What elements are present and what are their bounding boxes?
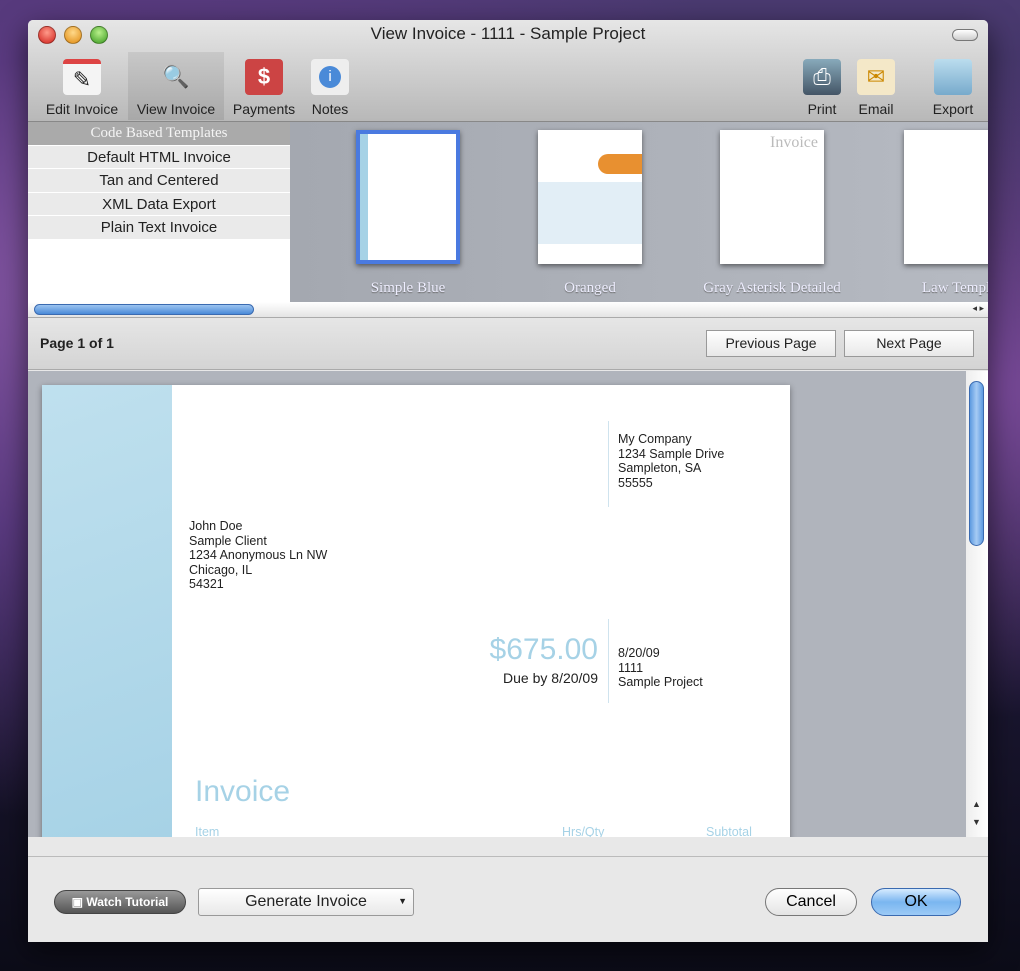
column-qty: Hrs/Qty [562,825,605,837]
email-icon: ✉ [857,59,895,95]
next-page-button[interactable]: Next Page [844,330,974,357]
scroll-thumb[interactable] [34,304,254,315]
video-icon: ▣ [71,895,87,909]
list-item[interactable]: Tan and Centered [28,169,290,193]
list-item[interactable]: Plain Text Invoice [28,216,290,240]
chevron-down-icon: ▼ [398,896,407,906]
template-label: Simple Blue [370,280,446,296]
template-thumb-oranged[interactable] [538,130,642,264]
notes-icon: i [311,59,349,95]
watch-tutorial-button[interactable]: ▣ Watch Tutorial [54,890,186,914]
template-thumb-simple-blue[interactable] [356,130,460,264]
notes-button[interactable]: i Notes [304,52,356,120]
ok-button[interactable]: OK [871,888,961,916]
amount-due: $675.00 [489,633,598,666]
blue-side-band [42,385,172,837]
edit-invoice-label: Edit Invoice [45,101,119,117]
invoice-preview: My Company 1234 Sample Drive Sampleton, SA… [28,371,966,837]
page-indicator: Page 1 of 1 [40,335,114,351]
view-invoice-button[interactable]: 🔍 View Invoice [128,52,224,120]
code-templates-list: Code Based Templates Default HTML Invoic… [28,122,290,302]
list-item[interactable]: Default HTML Invoice [28,145,290,169]
scroll-arrows-icon[interactable]: ◂ ▸ [972,303,984,314]
export-button[interactable]: Export [926,52,980,120]
client-address: John Doe Sample Client 1234 Anonymous Ln N… [189,519,328,591]
toolbar-toggle-button[interactable] [952,29,978,41]
print-button[interactable]: ⎙ Print [800,52,844,120]
magnifier-icon: 🔍 [162,64,190,89]
email-label: Email [858,101,894,117]
view-invoice-window: View Invoice - 1111 - Sample Project ✎ Ed… [28,20,988,942]
folder-icon [934,59,972,95]
company-address: My Company 1234 Sample Drive Sampleton, SA… [618,432,725,490]
template-thumb-law[interactable] [904,130,988,264]
template-label: Gray Asterisk Detailed [703,280,841,296]
notes-label: Notes [311,101,349,117]
previous-page-button[interactable]: Previous Page [706,330,836,357]
pager-bar: Page 1 of 1 Previous Page Next Page [28,318,988,370]
invoice-meta: 8/20/09 1111 Sample Project [618,646,703,689]
thumb-invoice-title: Invoice [770,134,818,151]
invoice-heading: Invoice [195,775,291,808]
scroll-thumb[interactable] [969,381,984,546]
watch-tutorial-label: Watch Tutorial [86,895,169,909]
template-label: Oranged [564,280,616,296]
payments-icon: $ [245,59,283,95]
template-gallery: Simple Blue Oranged Invoice Gray Asteris… [290,122,988,302]
edit-invoice-icon: ✎ [63,59,101,95]
vertical-scrollbar[interactable]: ▲ ▼ [966,371,988,837]
horizontal-scrollbar[interactable]: ◂ ▸ [28,302,988,318]
generate-invoice-dropdown[interactable]: Generate Invoice ▼ [198,888,414,916]
view-invoice-label: View Invoice [136,101,216,117]
column-item: Item [195,825,220,837]
column-subtotal: Subtotal [706,825,752,837]
due-date: Due by 8/20/09 [503,670,598,686]
list-header: Code Based Templates [28,122,290,146]
export-label: Export [932,101,974,117]
template-label: Law Templ [921,280,988,296]
print-label: Print [807,101,837,117]
list-item[interactable]: XML Data Export [28,192,290,216]
invoice-page: My Company 1234 Sample Drive Sampleton, SA… [42,385,790,837]
printer-icon: ⎙ [803,59,841,95]
scroll-arrows-icon[interactable]: ▲ ▼ [972,795,981,831]
cancel-button[interactable]: Cancel [765,888,857,916]
email-button[interactable]: ✉ Email [852,52,900,120]
title-toolbar: View Invoice - 1111 - Sample Project ✎ Ed… [28,20,988,122]
footer-bar: ▣ Watch Tutorial Generate Invoice ▼ Cance… [28,856,988,942]
edit-invoice-button[interactable]: ✎ Edit Invoice [36,52,128,120]
window-title: View Invoice - 1111 - Sample Project [370,24,646,43]
template-thumb-gray-asterisk[interactable]: Invoice [720,130,824,264]
generate-label: Generate Invoice [245,893,367,910]
payments-button[interactable]: $ Payments [226,52,302,120]
payments-label: Payments [232,101,296,117]
